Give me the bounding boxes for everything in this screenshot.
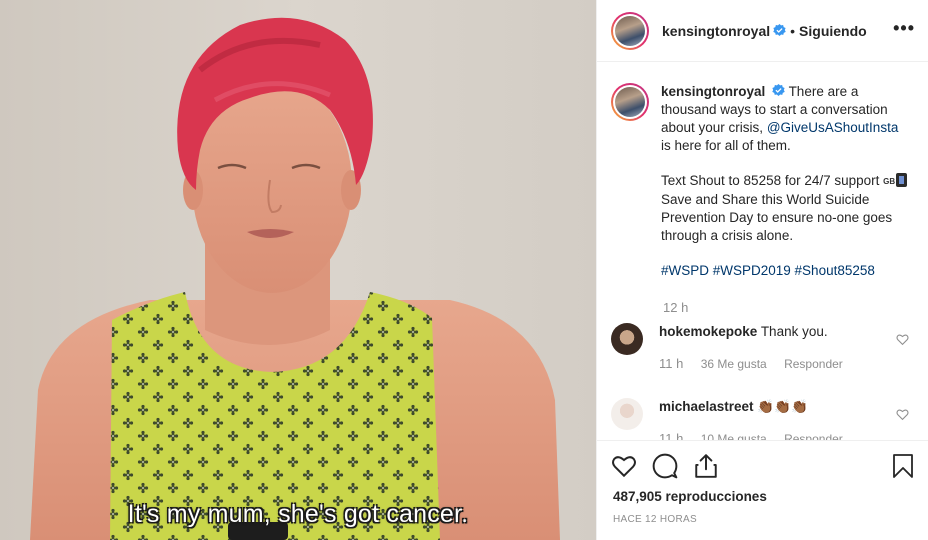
gb-flag-label: GB <box>883 177 896 186</box>
caption-text: kensingtonroyal There are a thousand way… <box>661 83 911 280</box>
commenter-avatar[interactable] <box>611 398 643 430</box>
share-icon[interactable] <box>693 453 719 479</box>
more-options-icon[interactable]: ••• <box>893 18 915 39</box>
comment-username[interactable]: hokemokepoke <box>659 324 757 339</box>
post-header: kensingtonroyal • Siguiendo ••• <box>597 0 928 62</box>
video-frame <box>0 0 596 540</box>
post-caption: kensingtonroyal There are a thousand way… <box>611 83 921 280</box>
heart-icon[interactable] <box>611 453 637 479</box>
comment-text: 👏🏾👏🏾👏🏾 <box>757 399 808 414</box>
caption-avatar[interactable] <box>611 83 649 121</box>
comment-like-heart-icon[interactable] <box>896 408 909 421</box>
caption-username[interactable]: kensingtonroyal <box>661 84 765 99</box>
bookmark-icon[interactable] <box>891 453 915 479</box>
caption-mention-link[interactable]: @GiveUsAShoutInsta <box>767 120 899 135</box>
reply-button[interactable]: Responder <box>784 432 843 440</box>
comments-list[interactable]: kensingtonroyal There are a thousand way… <box>597 63 928 440</box>
header-username[interactable]: kensingtonroyal <box>662 23 770 39</box>
header-separator: • <box>790 22 796 39</box>
comment-item: hokemokepoke Thank you. 11 h 36 Me gusta… <box>611 323 921 373</box>
post-actions: 487,905 reproducciones HACE 12 HORAS <box>597 440 928 540</box>
caption-timestamp: 12 h <box>663 300 689 315</box>
comment-text: Thank you. <box>760 324 828 339</box>
comment-item: michaelastreet 👏🏾👏🏾👏🏾 11 h 10 Me gusta R… <box>611 398 921 440</box>
caption-paragraph-2: Text Shout to 85258 for 24/7 support GB … <box>661 172 911 245</box>
avatar-image <box>615 15 645 46</box>
caption-share-text: Save and Share this World Suicide Preven… <box>661 192 893 243</box>
comment-likes[interactable]: 36 Me gusta <box>701 357 767 371</box>
instagram-post: It's my mum, she's got cancer. kensingto… <box>0 0 928 540</box>
comment-time: 11 h <box>659 431 684 440</box>
caption-verified-badge-icon <box>772 84 785 96</box>
video-player[interactable]: It's my mum, she's got cancer. <box>0 0 596 540</box>
comment-username[interactable]: michaelastreet <box>659 399 754 414</box>
verified-badge-icon <box>773 24 786 36</box>
caption-avatar-image <box>615 87 645 117</box>
caption-support-text: Text Shout to 85258 for 24/7 support <box>661 173 880 188</box>
comment-like-heart-icon[interactable] <box>896 333 909 346</box>
commenter-avatar[interactable] <box>611 323 643 355</box>
phone-emoji-icon <box>896 173 908 187</box>
profile-avatar[interactable] <box>611 11 649 50</box>
view-count[interactable]: 487,905 reproducciones <box>613 489 767 504</box>
post-timestamp: HACE 12 HORAS <box>613 514 697 525</box>
post-side-panel: kensingtonroyal • Siguiendo ••• kensingt… <box>596 0 928 540</box>
comment-bubble-icon[interactable] <box>652 453 678 479</box>
comment-time: 11 h <box>659 356 684 371</box>
caption-line1-end: is here for all of them. <box>661 138 791 153</box>
video-subtitle: It's my mum, she's got cancer. <box>127 500 469 528</box>
reply-button[interactable]: Responder <box>784 357 843 371</box>
following-button[interactable]: Siguiendo <box>799 23 867 39</box>
comment-likes[interactable]: 10 Me gusta <box>701 432 767 440</box>
caption-hashtags[interactable]: #WSPD #WSPD2019 #Shout85258 <box>661 262 911 280</box>
